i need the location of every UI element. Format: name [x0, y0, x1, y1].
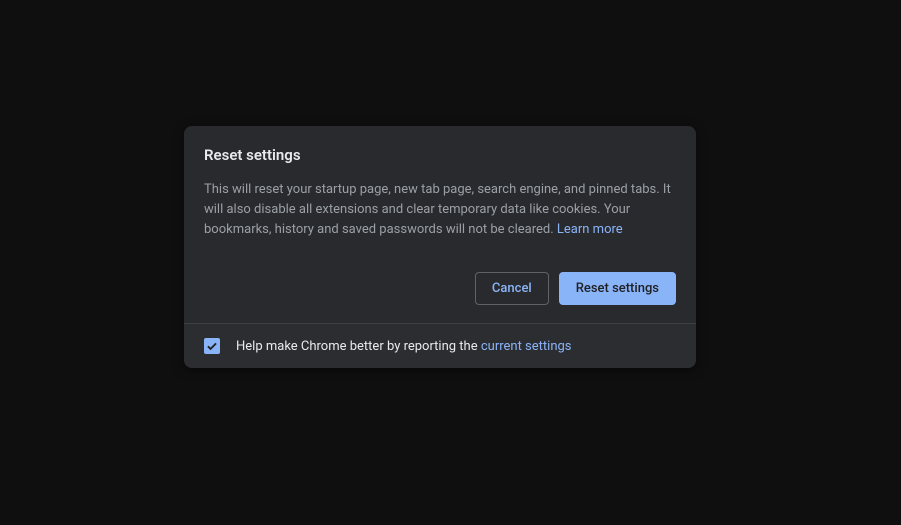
current-settings-link[interactable]: current settings	[481, 339, 572, 354]
footer-prefix: Help make Chrome better by reporting the	[236, 339, 481, 354]
footer-text: Help make Chrome better by reporting the…	[236, 339, 572, 354]
cancel-button[interactable]: Cancel	[475, 272, 549, 305]
report-settings-checkbox[interactable]	[204, 338, 220, 354]
reset-settings-button[interactable]: Reset settings	[559, 272, 676, 305]
dialog-description: This will reset your startup page, new t…	[204, 180, 676, 240]
dialog-title: Reset settings	[204, 146, 676, 164]
dialog-actions: Cancel Reset settings	[184, 258, 696, 323]
reset-settings-dialog: Reset settings This will reset your star…	[184, 126, 696, 368]
learn-more-link[interactable]: Learn more	[557, 222, 623, 237]
dialog-footer: Help make Chrome better by reporting the…	[184, 323, 696, 368]
dialog-body: Reset settings This will reset your star…	[184, 126, 696, 258]
checkmark-icon	[205, 339, 219, 353]
